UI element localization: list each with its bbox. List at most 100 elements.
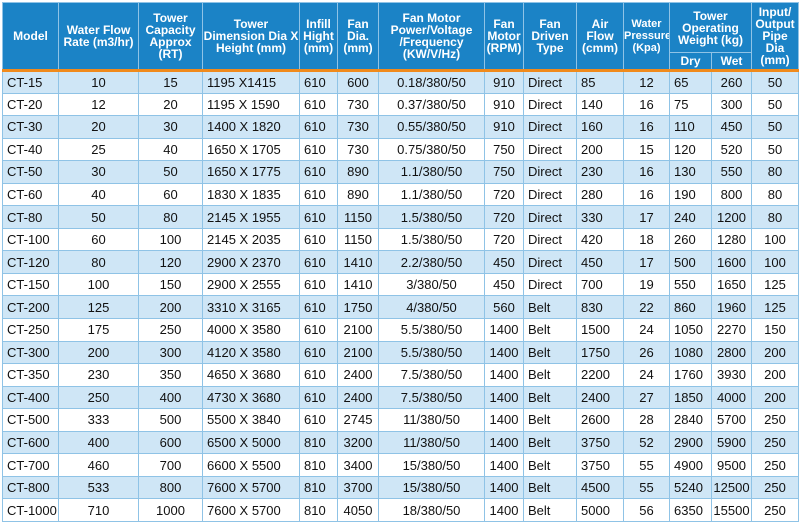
cell-water-pressure: 15: [623, 137, 670, 162]
cell-model: CT-200: [2, 295, 59, 320]
cell-dimension: 2900 X 2370: [202, 250, 300, 274]
header-infill: Infill Hight (mm): [299, 2, 338, 71]
cell-fan-motor-rpm: 560: [484, 295, 524, 320]
cell-model: CT-80: [2, 205, 59, 229]
cell-water-pressure: 55: [623, 453, 670, 477]
cell-fan-dia: 730: [337, 92, 379, 117]
cell-weight-wet: 800: [710, 182, 753, 207]
cell-air-flow: 200: [576, 137, 624, 162]
cell-weight-dry: 1050: [669, 318, 712, 342]
cell-dimension: 1195 X1415: [202, 69, 300, 94]
cell-fan-driven: Direct: [523, 92, 577, 117]
cell-water-flow: 12: [58, 92, 139, 117]
cell-air-flow: 140: [576, 92, 624, 117]
cell-dimension: 5500 X 3840: [202, 408, 300, 432]
cell-capacity: 120: [138, 250, 203, 274]
cell-dimension: 1195 X 1590: [202, 92, 300, 117]
header-capacity: Tower Capacity Approx (RT): [138, 2, 203, 71]
cell-capacity: 80: [138, 205, 203, 229]
cell-water-flow: 200: [58, 340, 139, 365]
cell-weight-wet: 1280: [710, 227, 753, 252]
cell-model: CT-150: [2, 272, 59, 297]
cell-air-flow: 420: [576, 227, 624, 252]
cell-model: CT-120: [2, 250, 59, 274]
cell-water-flow: 125: [58, 295, 139, 320]
cell-weight-dry: 1850: [669, 385, 712, 410]
header-water-flow: Water Flow Rate (m3/hr): [58, 2, 139, 71]
cell-fan-driven: Belt: [523, 318, 577, 342]
cell-model: CT-1000: [2, 498, 59, 522]
cell-fan-driven: Belt: [523, 295, 577, 320]
cell-infill: 610: [299, 318, 338, 342]
cell-pipe: 250: [751, 430, 800, 455]
cell-weight-dry: 6350: [669, 498, 712, 522]
cell-water-pressure: 24: [623, 363, 670, 387]
cell-model: CT-60: [2, 182, 59, 207]
cell-dimension: 6600 X 5500: [202, 453, 300, 477]
cell-fan-motor-power: 5.5/380/50: [378, 340, 485, 365]
cell-capacity: 30: [138, 115, 203, 139]
cell-water-pressure: 17: [623, 205, 670, 229]
cell-pipe: 150: [751, 318, 800, 342]
cell-infill: 610: [299, 340, 338, 365]
cell-weight-wet: 5700: [710, 408, 753, 432]
cell-fan-driven: Belt: [523, 340, 577, 365]
cell-fan-motor-rpm: 1400: [484, 340, 524, 365]
cell-dimension: 2145 X 1955: [202, 205, 300, 229]
cell-weight-dry: 500: [669, 250, 712, 274]
table-row: CT-1000 710 1000 7600 X 5700 810 4050 18/380/5…: [2, 498, 800, 522]
cell-fan-dia: 3400: [337, 453, 379, 477]
cell-fan-motor-power: 0.75/380/50: [378, 137, 485, 162]
cell-model: CT-300: [2, 340, 59, 365]
cell-water-pressure: 12: [623, 69, 670, 94]
cell-water-pressure: 16: [623, 115, 670, 139]
cell-model: CT-50: [2, 160, 59, 184]
cell-weight-dry: 65: [669, 69, 712, 94]
cell-fan-motor-rpm: 1400: [484, 453, 524, 477]
cell-fan-dia: 3700: [337, 475, 379, 500]
cell-fan-motor-rpm: 1400: [484, 408, 524, 432]
cell-fan-motor-power: 0.18/380/50: [378, 69, 485, 94]
cell-air-flow: 2400: [576, 385, 624, 410]
cell-fan-driven: Direct: [523, 272, 577, 297]
cell-weight-wet: 1200: [710, 205, 753, 229]
cell-pipe: 80: [751, 182, 800, 207]
cell-fan-motor-power: 7.5/380/50: [378, 385, 485, 410]
cell-fan-dia: 890: [337, 160, 379, 184]
cell-water-flow: 230: [58, 363, 139, 387]
cell-infill: 810: [299, 475, 338, 500]
cell-air-flow: 3750: [576, 453, 624, 477]
cell-fan-motor-rpm: 910: [484, 92, 524, 117]
cell-fan-motor-power: 1.5/380/50: [378, 227, 485, 252]
cell-fan-driven: Belt: [523, 408, 577, 432]
cell-water-pressure: 26: [623, 340, 670, 365]
cell-capacity: 20: [138, 92, 203, 117]
cell-model: CT-400: [2, 385, 59, 410]
cell-air-flow: 3750: [576, 430, 624, 455]
cell-capacity: 200: [138, 295, 203, 320]
cell-pipe: 100: [751, 227, 800, 252]
cell-weight-wet: 450: [710, 115, 753, 139]
header-dimension: Tower Dimension Dia X Height (mm): [202, 2, 300, 71]
cell-water-flow: 50: [58, 205, 139, 229]
cell-water-pressure: 16: [623, 92, 670, 117]
cell-weight-dry: 4900: [669, 453, 712, 477]
cell-water-flow: 710: [58, 498, 139, 522]
cell-fan-driven: Direct: [523, 227, 577, 252]
header-weight: Tower Operating Weight (kg): [668, 2, 753, 53]
cell-pipe: 250: [751, 408, 800, 432]
cell-fan-driven: Direct: [523, 69, 577, 94]
table-row: CT-40 25 40 1650 X 1705 610 730 0.75/380/50 750…: [2, 137, 800, 162]
table-row: CT-200 125 200 3310 X 3165 610 1750 4/380/50 56…: [2, 295, 800, 320]
cell-fan-dia: 1150: [337, 227, 379, 252]
cell-weight-dry: 240: [669, 205, 712, 229]
cell-weight-dry: 2900: [669, 430, 712, 455]
cell-model: CT-15: [2, 69, 59, 94]
cell-weight-dry: 550: [669, 272, 712, 297]
cell-weight-wet: 300: [710, 92, 753, 117]
cell-dimension: 3310 X 3165: [202, 295, 300, 320]
cell-infill: 610: [299, 182, 338, 207]
cell-water-pressure: 52: [623, 430, 670, 455]
cell-dimension: 2145 X 2035: [202, 227, 300, 252]
cell-weight-wet: 5900: [710, 430, 753, 455]
